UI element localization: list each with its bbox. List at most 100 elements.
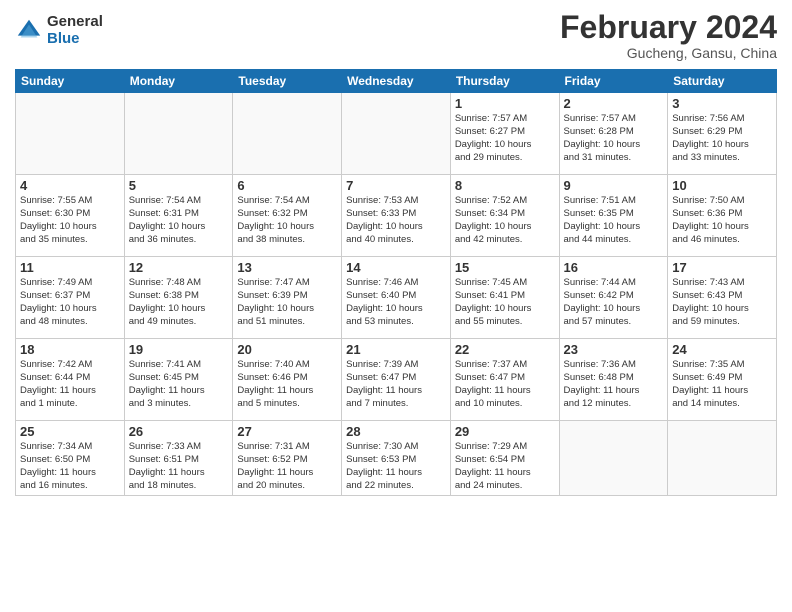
day-info: Sunrise: 7:35 AM Sunset: 6:49 PM Dayligh… [672,359,772,410]
calendar-cell [16,93,125,175]
calendar-week-row: 18Sunrise: 7:42 AM Sunset: 6:44 PM Dayli… [16,339,777,421]
calendar-cell: 13 Sunrise: 7:47 AM Sunset: 6:39 PM Dayli… [233,257,342,339]
day-number: 3 [672,96,772,111]
day-number: 14 [346,260,446,275]
location-title: Gucheng, Gansu, China [560,45,777,61]
calendar-cell: 24 Sunrise: 7:35 AM Sunset: 6:49 PM Dayli… [668,339,777,421]
logo: General Blue [15,14,103,47]
day-info: Sunrise: 7:33 AM Sunset: 6:51 PM Dayligh… [129,441,229,492]
day-number: 22 [455,342,555,357]
day-info: Sunrise: 7:47 AM Sunset: 6:39 PM Dayligh… [237,277,337,328]
calendar-table: SundayMondayTuesdayWednesdayThursdayFrid… [15,69,777,496]
day-number: 9 [564,178,664,193]
day-info: Sunrise: 7:31 AM Sunset: 6:52 PM Dayligh… [237,441,337,492]
calendar-cell: 29 Sunrise: 7:29 AM Sunset: 6:54 PM Dayli… [450,421,559,496]
day-number: 8 [455,178,555,193]
calendar-cell: 19Sunrise: 7:41 AM Sunset: 6:45 PM Dayli… [124,339,233,421]
calendar-cell: 8 Sunrise: 7:52 AM Sunset: 6:34 PM Daylig… [450,175,559,257]
day-info: Sunrise: 7:39 AM Sunset: 6:47 PM Dayligh… [346,359,446,410]
day-number: 24 [672,342,772,357]
day-number: 28 [346,424,446,439]
calendar-cell: 26 Sunrise: 7:33 AM Sunset: 6:51 PM Dayli… [124,421,233,496]
day-info: Sunrise: 7:57 AM Sunset: 6:28 PM Dayligh… [564,113,664,164]
day-info: Sunrise: 7:41 AM Sunset: 6:45 PM Dayligh… [129,359,229,410]
calendar-cell: 5 Sunrise: 7:54 AM Sunset: 6:31 PM Daylig… [124,175,233,257]
calendar-cell: 15Sunrise: 7:45 AM Sunset: 6:41 PM Dayli… [450,257,559,339]
day-info: Sunrise: 7:52 AM Sunset: 6:34 PM Dayligh… [455,195,555,246]
calendar-week-row: 25Sunrise: 7:34 AM Sunset: 6:50 PM Dayli… [16,421,777,496]
calendar-cell: 28 Sunrise: 7:30 AM Sunset: 6:53 PM Dayli… [342,421,451,496]
day-info: Sunrise: 7:46 AM Sunset: 6:40 PM Dayligh… [346,277,446,328]
day-number: 23 [564,342,664,357]
day-number: 16 [564,260,664,275]
day-info: Sunrise: 7:55 AM Sunset: 6:30 PM Dayligh… [20,195,120,246]
calendar-day-header: Saturday [668,70,777,93]
day-number: 1 [455,96,555,111]
day-number: 13 [237,260,337,275]
calendar-day-header: Tuesday [233,70,342,93]
calendar-week-row: 1Sunrise: 7:57 AM Sunset: 6:27 PM Daylig… [16,93,777,175]
calendar-cell [342,93,451,175]
calendar-cell: 16 Sunrise: 7:44 AM Sunset: 6:42 PM Dayli… [559,257,668,339]
calendar-cell: 14 Sunrise: 7:46 AM Sunset: 6:40 PM Dayli… [342,257,451,339]
calendar-cell [559,421,668,496]
day-info: Sunrise: 7:50 AM Sunset: 6:36 PM Dayligh… [672,195,772,246]
day-number: 6 [237,178,337,193]
calendar-cell: 20 Sunrise: 7:40 AM Sunset: 6:46 PM Dayli… [233,339,342,421]
calendar-cell: 7Sunrise: 7:53 AM Sunset: 6:33 PM Daylig… [342,175,451,257]
day-number: 5 [129,178,229,193]
day-info: Sunrise: 7:43 AM Sunset: 6:43 PM Dayligh… [672,277,772,328]
day-info: Sunrise: 7:29 AM Sunset: 6:54 PM Dayligh… [455,441,555,492]
calendar-week-row: 4 Sunrise: 7:55 AM Sunset: 6:30 PM Daylig… [16,175,777,257]
calendar-cell: 6 Sunrise: 7:54 AM Sunset: 6:32 PM Daylig… [233,175,342,257]
month-title: February 2024 [560,10,777,45]
calendar-cell: 10 Sunrise: 7:50 AM Sunset: 6:36 PM Dayli… [668,175,777,257]
calendar-day-header: Friday [559,70,668,93]
day-number: 11 [20,260,120,275]
day-number: 4 [20,178,120,193]
day-info: Sunrise: 7:48 AM Sunset: 6:38 PM Dayligh… [129,277,229,328]
calendar-cell [668,421,777,496]
logo-text: General Blue [47,14,103,47]
day-number: 20 [237,342,337,357]
day-number: 25 [20,424,120,439]
calendar-cell [124,93,233,175]
day-info: Sunrise: 7:51 AM Sunset: 6:35 PM Dayligh… [564,195,664,246]
calendar-cell: 18Sunrise: 7:42 AM Sunset: 6:44 PM Dayli… [16,339,125,421]
calendar-cell: 4 Sunrise: 7:55 AM Sunset: 6:30 PM Daylig… [16,175,125,257]
day-info: Sunrise: 7:54 AM Sunset: 6:31 PM Dayligh… [129,195,229,246]
day-info: Sunrise: 7:40 AM Sunset: 6:46 PM Dayligh… [237,359,337,410]
day-number: 10 [672,178,772,193]
calendar-cell: 3 Sunrise: 7:56 AM Sunset: 6:29 PM Daylig… [668,93,777,175]
logo-icon [15,17,43,45]
page-container: General Blue February 2024 Gucheng, Gans… [0,0,792,501]
calendar-day-header: Thursday [450,70,559,93]
day-number: 7 [346,178,446,193]
calendar-header-row: SundayMondayTuesdayWednesdayThursdayFrid… [16,70,777,93]
calendar-cell: 12 Sunrise: 7:48 AM Sunset: 6:38 PM Dayli… [124,257,233,339]
day-number: 2 [564,96,664,111]
day-info: Sunrise: 7:37 AM Sunset: 6:47 PM Dayligh… [455,359,555,410]
day-info: Sunrise: 7:30 AM Sunset: 6:53 PM Dayligh… [346,441,446,492]
calendar-cell: 1Sunrise: 7:57 AM Sunset: 6:27 PM Daylig… [450,93,559,175]
day-info: Sunrise: 7:54 AM Sunset: 6:32 PM Dayligh… [237,195,337,246]
day-info: Sunrise: 7:44 AM Sunset: 6:42 PM Dayligh… [564,277,664,328]
logo-blue: Blue [47,31,103,48]
day-number: 26 [129,424,229,439]
calendar-cell: 2 Sunrise: 7:57 AM Sunset: 6:28 PM Daylig… [559,93,668,175]
calendar-cell: 11 Sunrise: 7:49 AM Sunset: 6:37 PM Dayli… [16,257,125,339]
calendar-cell: 9 Sunrise: 7:51 AM Sunset: 6:35 PM Daylig… [559,175,668,257]
day-info: Sunrise: 7:45 AM Sunset: 6:41 PM Dayligh… [455,277,555,328]
day-number: 29 [455,424,555,439]
day-info: Sunrise: 7:56 AM Sunset: 6:29 PM Dayligh… [672,113,772,164]
calendar-cell [233,93,342,175]
day-info: Sunrise: 7:36 AM Sunset: 6:48 PM Dayligh… [564,359,664,410]
calendar-cell: 25Sunrise: 7:34 AM Sunset: 6:50 PM Dayli… [16,421,125,496]
day-number: 12 [129,260,229,275]
calendar-cell: 17Sunrise: 7:43 AM Sunset: 6:43 PM Dayli… [668,257,777,339]
day-info: Sunrise: 7:49 AM Sunset: 6:37 PM Dayligh… [20,277,120,328]
day-number: 18 [20,342,120,357]
day-number: 21 [346,342,446,357]
calendar-day-header: Wednesday [342,70,451,93]
day-number: 27 [237,424,337,439]
